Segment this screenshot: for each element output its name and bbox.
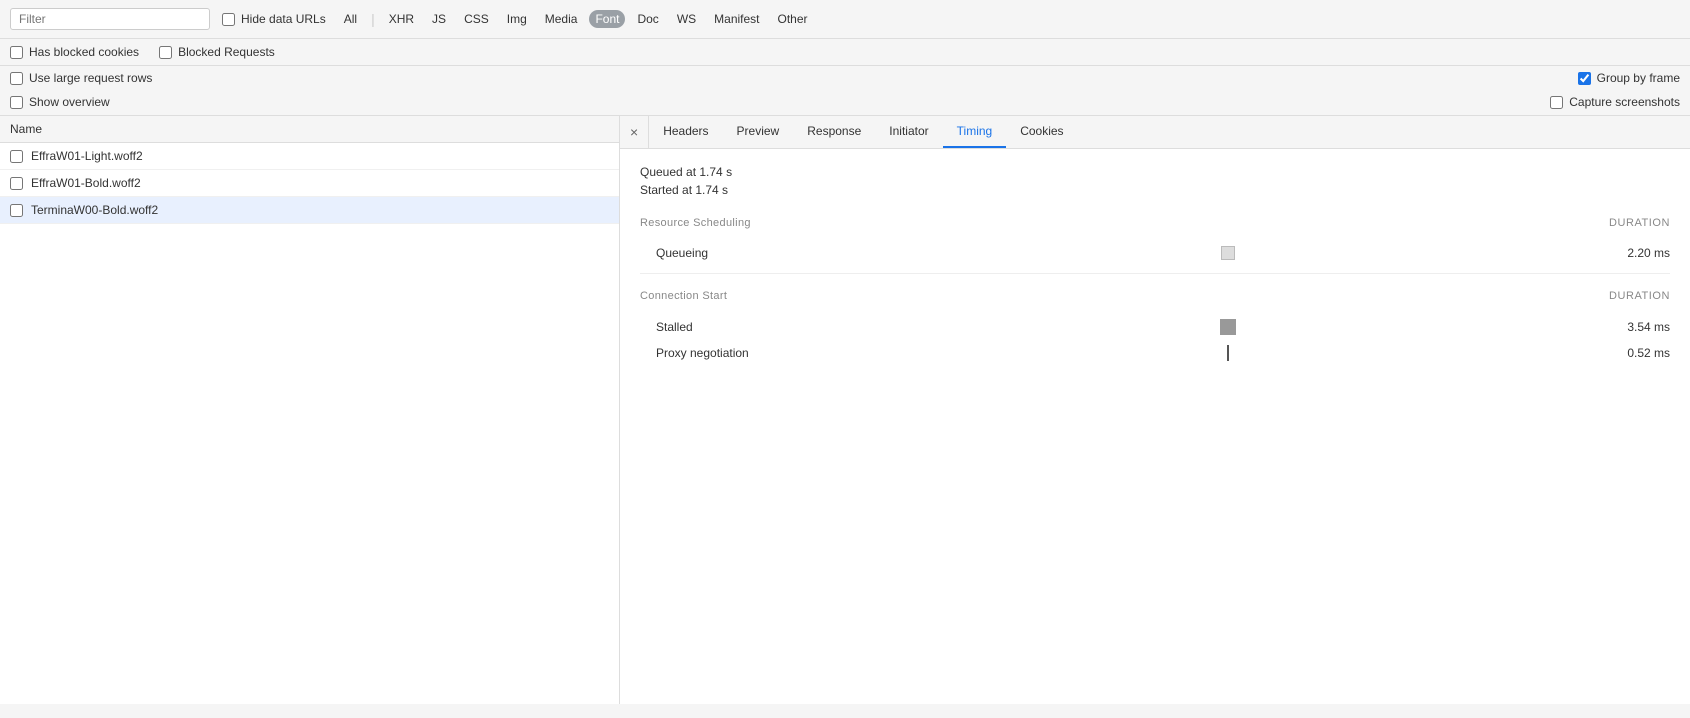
options-block: Use large request rows Group by frame Sh… xyxy=(0,66,1690,116)
group-by-frame-text: Group by frame xyxy=(1597,71,1680,85)
stalled-duration: 3.54 ms xyxy=(1600,320,1670,334)
filter-btn-media[interactable]: Media xyxy=(539,10,584,28)
use-large-rows-label[interactable]: Use large request rows xyxy=(10,71,152,85)
duration-label-2: DURATION xyxy=(1609,290,1670,302)
has-blocked-cookies-label[interactable]: Has blocked cookies xyxy=(10,45,139,59)
show-overview-label[interactable]: Show overview xyxy=(10,95,110,109)
tab-headers[interactable]: Headers xyxy=(649,116,722,148)
use-large-rows-checkbox[interactable] xyxy=(10,72,23,85)
show-overview-text: Show overview xyxy=(29,95,110,109)
queueing-bar-container xyxy=(856,246,1600,260)
file-name-0: EffraW01-Light.woff2 xyxy=(31,149,143,163)
proxy-label: Proxy negotiation xyxy=(656,346,856,360)
tab-timing[interactable]: Timing xyxy=(943,116,1007,148)
hide-data-urls-checkbox[interactable] xyxy=(222,13,235,26)
duration-label-1: DURATION xyxy=(1609,217,1670,229)
filter-btn-xhr[interactable]: XHR xyxy=(383,10,420,28)
filter-type-buttons: All | XHR JS CSS Img Media Font Doc WS M… xyxy=(338,10,814,28)
group-by-frame-checkbox[interactable] xyxy=(1578,72,1591,85)
file-checkbox-0[interactable] xyxy=(10,150,23,163)
filter-btn-manifest[interactable]: Manifest xyxy=(708,10,765,28)
connection-start-header: Connection Start DURATION xyxy=(640,290,1670,306)
queued-at: Queued at 1.74 s xyxy=(640,165,1670,179)
filter-btn-js[interactable]: JS xyxy=(426,10,452,28)
left-panel: Name EffraW01-Light.woff2 EffraW01-Bold.… xyxy=(0,116,620,704)
checkboxes-row: Has blocked cookies Blocked Requests xyxy=(0,39,1690,66)
timing-row-proxy: Proxy negotiation 0.52 ms xyxy=(640,340,1670,366)
options-row-1: Use large request rows Group by frame xyxy=(0,66,1690,90)
options-row-2: Show overview Capture screenshots xyxy=(0,90,1690,115)
filter-btn-other[interactable]: Other xyxy=(772,10,814,28)
file-name-2: TerminaW00-Bold.woff2 xyxy=(31,203,158,217)
has-blocked-cookies-checkbox[interactable] xyxy=(10,46,23,59)
stalled-bar-container xyxy=(856,319,1600,335)
queueing-bar xyxy=(1221,246,1235,260)
hide-data-urls-label[interactable]: Hide data URLs xyxy=(222,12,326,26)
filter-btn-ws[interactable]: WS xyxy=(671,10,702,28)
right-options-1: Group by frame xyxy=(1578,71,1680,85)
file-list: EffraW01-Light.woff2 EffraW01-Bold.woff2… xyxy=(0,143,619,224)
right-options-2: Capture screenshots xyxy=(1550,95,1680,109)
tab-cookies[interactable]: Cookies xyxy=(1006,116,1077,148)
file-name-1: EffraW01-Bold.woff2 xyxy=(31,176,141,190)
proxy-bar xyxy=(1227,345,1229,361)
tab-initiator[interactable]: Initiator xyxy=(875,116,942,148)
timing-content: Queued at 1.74 s Started at 1.74 s Resou… xyxy=(620,149,1690,382)
hide-data-urls-text: Hide data URLs xyxy=(241,12,326,26)
filter-btn-img[interactable]: Img xyxy=(501,10,533,28)
toolbar: Hide data URLs All | XHR JS CSS Img Medi… xyxy=(0,0,1690,39)
queueing-duration: 2.20 ms xyxy=(1600,246,1670,260)
timing-meta: Queued at 1.74 s Started at 1.74 s xyxy=(640,165,1670,197)
tabs-row: × Headers Preview Response Initiator Tim… xyxy=(620,116,1690,149)
tab-response[interactable]: Response xyxy=(793,116,875,148)
proxy-bar-container xyxy=(856,345,1600,361)
capture-screenshots-text: Capture screenshots xyxy=(1569,95,1680,109)
timing-row-stalled: Stalled 3.54 ms xyxy=(640,314,1670,340)
list-item[interactable]: EffraW01-Light.woff2 xyxy=(0,143,619,170)
close-button[interactable]: × xyxy=(620,116,649,148)
main-content: Name EffraW01-Light.woff2 EffraW01-Bold.… xyxy=(0,116,1690,704)
has-blocked-cookies-text: Has blocked cookies xyxy=(29,45,139,59)
timing-row-queueing: Queueing 2.20 ms xyxy=(640,241,1670,265)
column-header-name: Name xyxy=(0,116,619,143)
started-at: Started at 1.74 s xyxy=(640,183,1670,197)
filter-btn-font[interactable]: Font xyxy=(589,10,625,28)
stalled-bar xyxy=(1220,319,1236,335)
filter-input[interactable] xyxy=(10,8,210,30)
filter-btn-doc[interactable]: Doc xyxy=(631,10,664,28)
list-item[interactable]: EffraW01-Bold.woff2 xyxy=(0,170,619,197)
show-overview-checkbox[interactable] xyxy=(10,96,23,109)
filter-btn-all[interactable]: All xyxy=(338,10,363,28)
filter-btn-css[interactable]: CSS xyxy=(458,10,495,28)
tab-preview[interactable]: Preview xyxy=(723,116,794,148)
list-item[interactable]: TerminaW00-Bold.woff2 xyxy=(0,197,619,224)
capture-screenshots-checkbox[interactable] xyxy=(1550,96,1563,109)
section-divider xyxy=(640,273,1670,274)
use-large-rows-text: Use large request rows xyxy=(29,71,152,85)
queueing-label: Queueing xyxy=(656,246,856,260)
resource-scheduling-header: Resource Scheduling DURATION xyxy=(640,217,1670,233)
blocked-requests-text: Blocked Requests xyxy=(178,45,275,59)
file-checkbox-1[interactable] xyxy=(10,177,23,190)
capture-screenshots-label[interactable]: Capture screenshots xyxy=(1550,95,1680,109)
right-panel: × Headers Preview Response Initiator Tim… xyxy=(620,116,1690,704)
stalled-label: Stalled xyxy=(656,320,856,334)
file-checkbox-2[interactable] xyxy=(10,204,23,217)
separator-1: | xyxy=(371,11,375,27)
resource-scheduling-title: Resource Scheduling xyxy=(640,217,751,229)
blocked-requests-label[interactable]: Blocked Requests xyxy=(159,45,275,59)
connection-start-title: Connection Start xyxy=(640,290,727,302)
group-by-frame-label[interactable]: Group by frame xyxy=(1578,71,1680,85)
proxy-duration: 0.52 ms xyxy=(1600,346,1670,360)
blocked-requests-checkbox[interactable] xyxy=(159,46,172,59)
